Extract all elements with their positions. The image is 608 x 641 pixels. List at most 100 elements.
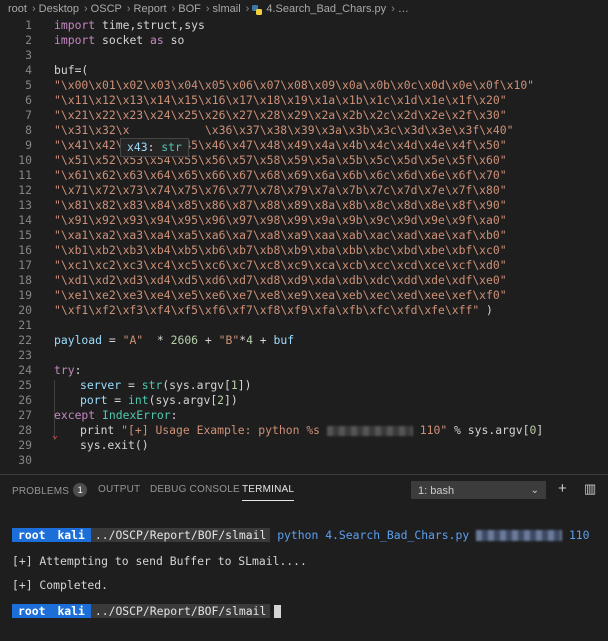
line-number: 18 bbox=[18, 273, 32, 287]
prompt-path: ../OSCP/Report/BOF/slmail bbox=[90, 528, 271, 542]
code-function: int bbox=[128, 393, 149, 407]
line-number: 13 bbox=[18, 198, 32, 212]
line-number: 6 bbox=[25, 93, 32, 107]
terminal-cursor bbox=[274, 605, 282, 618]
breadcrumb-item-root[interactable]: root bbox=[8, 3, 27, 15]
code-text: ] bbox=[536, 423, 544, 437]
code-keyword: except bbox=[54, 408, 96, 422]
hover-tooltip: x43: str bbox=[120, 138, 189, 157]
code-string: 110" bbox=[412, 423, 448, 437]
code-string: "\x61\x62\x63\x64\x65\x66\x67\x68\x69\x6… bbox=[54, 168, 507, 182]
breadcrumb-item-desktop[interactable]: Desktop bbox=[39, 3, 79, 15]
tab-problems[interactable]: PROBLEMS 1 bbox=[12, 483, 88, 498]
chevron-right-icon: › bbox=[84, 3, 88, 15]
tab-label: PROBLEMS bbox=[12, 486, 70, 497]
code-text: buf=( bbox=[54, 63, 89, 77]
code-text: : bbox=[74, 363, 82, 377]
code-editor[interactable]: 1 import time,struct,sys 2 import socket a… bbox=[0, 18, 608, 474]
chevron-right-icon: › bbox=[126, 3, 131, 15]
line-number: 16 bbox=[18, 243, 32, 257]
terminal-command: python 4.Search_Bad_Chars.py bbox=[277, 528, 470, 542]
breadcrumb-item-slmail[interactable]: slmail bbox=[213, 3, 241, 15]
line-number: 20 bbox=[18, 303, 32, 317]
breadcrumb-ellipsis[interactable]: … bbox=[398, 3, 409, 15]
line-number: 11 bbox=[18, 168, 32, 182]
line-number: 19 bbox=[18, 288, 32, 302]
code-variable: buf bbox=[273, 333, 295, 347]
code-string: "\x91\x92\x93\x94\x95\x96\x97\x98\x99\x9… bbox=[54, 213, 507, 227]
breadcrumb-item-bof[interactable]: BOF bbox=[178, 3, 201, 15]
code-text: so bbox=[163, 33, 185, 47]
tab-terminal[interactable]: TERMINAL bbox=[242, 484, 295, 501]
code-keyword: import bbox=[54, 18, 96, 32]
breadcrumb-item-report[interactable]: Report bbox=[134, 3, 167, 15]
terminal-prompt-line: root kali ../OSCP/Report/BOF/slmail python… bbox=[12, 527, 590, 543]
line-number: 10 bbox=[18, 153, 32, 167]
line-number: 27 bbox=[18, 408, 32, 422]
error-squiggle-icon: ⌄ bbox=[52, 430, 59, 441]
code-string: "\x11\x12\x13\x14\x15\x16\x17\x18\x19\x1… bbox=[54, 93, 507, 107]
code-number: 2606 bbox=[170, 333, 199, 347]
problems-count-badge: 1 bbox=[73, 483, 88, 497]
breadcrumb: root › Desktop › OSCP › Report › BOF › slmail… bbox=[0, 0, 608, 18]
code-text: = bbox=[121, 378, 142, 392]
tooltip-sep: : bbox=[147, 140, 162, 154]
code-string: "\xb1\xb2\xb3\xb4\xb5\xb6\xb7\xb8\xb9\xb… bbox=[54, 243, 507, 257]
code-function: str bbox=[141, 378, 163, 392]
code-text: ]) bbox=[224, 393, 238, 407]
code-number: 1 bbox=[230, 378, 238, 392]
tooltip-name: x43 bbox=[127, 140, 148, 154]
tab-debug-console[interactable]: DEBUG CONSOLE bbox=[150, 484, 240, 495]
code-string: "\x31\x32\x \x36\x37\x38\x39\x3a\x3b\x3c… bbox=[54, 123, 514, 137]
plus-icon[interactable]: + bbox=[558, 480, 567, 498]
prompt-user: root bbox=[12, 604, 52, 618]
line-number: 24 bbox=[18, 363, 32, 377]
line-number: 30 bbox=[18, 453, 32, 467]
redacted-ip bbox=[326, 425, 413, 436]
code-string: "\xa1\xa2\xa3\xa4\xa5\xa6\xa7\xa8\xa9\xa… bbox=[54, 228, 507, 242]
code-string: "\x00\x01\x02\x03\x04\x05\x06\x07\x08\x0… bbox=[54, 78, 535, 92]
line-number: 23 bbox=[18, 348, 32, 362]
code-variable: server bbox=[80, 378, 122, 392]
code-variable: port bbox=[80, 393, 108, 407]
breadcrumb-item-oscp[interactable]: OSCP bbox=[91, 3, 122, 15]
code-string: "\xc1\xc2\xc3\xc4\xc5\xc6\xc7\xc8\xc9\xc… bbox=[54, 258, 507, 272]
code-text: ]) bbox=[237, 378, 252, 392]
prompt-host: kali bbox=[51, 528, 91, 542]
split-terminal-icon[interactable]: ▥ bbox=[584, 480, 596, 498]
code-string: "[+] Usage Example: python %s bbox=[114, 423, 327, 437]
python-file-icon bbox=[252, 5, 263, 15]
chevron-right-icon: › bbox=[391, 3, 395, 15]
terminal-select[interactable]: 1: bash ⌄ bbox=[411, 481, 546, 499]
breadcrumb-file[interactable]: 4.Search_Bad_Chars.py bbox=[266, 3, 386, 15]
code-keyword: import bbox=[54, 33, 96, 47]
prompt-path: ../OSCP/Report/BOF/slmail bbox=[90, 604, 271, 618]
code-class: IndexError bbox=[95, 408, 171, 422]
chevron-right-icon: › bbox=[245, 3, 250, 15]
code-number: 2 bbox=[217, 393, 225, 407]
line-number: 29 bbox=[18, 438, 32, 452]
code-string: "\x71\x72\x73\x74\x75\x76\x77\x78\x79\x7… bbox=[54, 183, 507, 197]
chevron-down-icon: ⌄ bbox=[530, 485, 539, 496]
chevron-right-icon: › bbox=[205, 3, 210, 15]
tab-output[interactable]: OUTPUT bbox=[98, 484, 140, 495]
line-number: 14 bbox=[18, 213, 32, 227]
code-text: socket bbox=[95, 33, 151, 47]
redacted-ip bbox=[476, 530, 563, 541]
panel-tabs: PROBLEMS 1 OUTPUT DEBUG CONSOLE TERMINAL … bbox=[0, 475, 608, 505]
code-text: : bbox=[170, 408, 178, 422]
code-text: + bbox=[252, 333, 274, 347]
code-string: "\xf1\xf2\xf3\xf4\xf5\xf6\xf7\xf8\xf9\xf… bbox=[54, 303, 480, 317]
prompt-user: root bbox=[12, 528, 52, 542]
code-text: % sys.argv[ bbox=[447, 423, 530, 437]
code-text: sys.exit() bbox=[80, 438, 149, 452]
code-text: + bbox=[198, 333, 219, 347]
chevron-right-icon: › bbox=[171, 3, 176, 15]
line-number: 12 bbox=[18, 183, 32, 197]
line-number: 25 bbox=[18, 378, 32, 392]
code-text: time,struct,sys bbox=[95, 18, 205, 32]
code-function: print bbox=[80, 423, 115, 437]
line-number: 22 bbox=[18, 333, 32, 347]
code-keyword: try bbox=[54, 363, 75, 377]
terminal-output-line: [+] Attempting to send Buffer to SLmail.… bbox=[12, 554, 307, 568]
